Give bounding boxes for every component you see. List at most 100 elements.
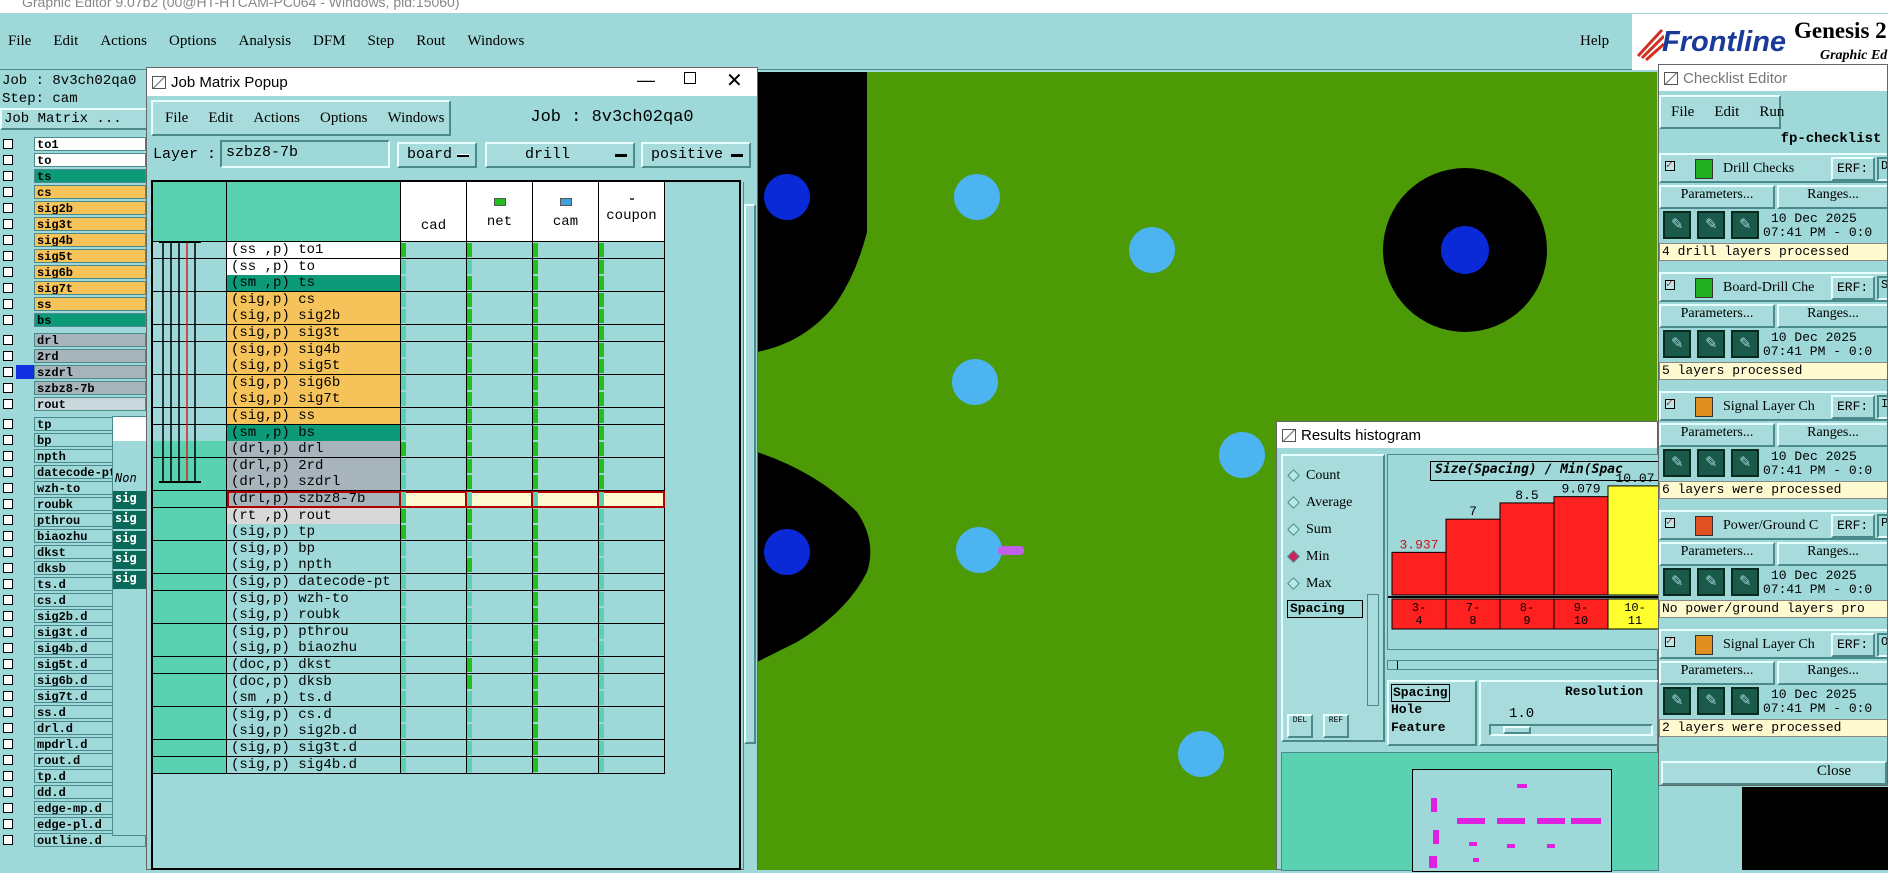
matrix-cell[interactable] xyxy=(401,474,467,492)
matrix-cell[interactable] xyxy=(599,557,665,575)
matrix-layer-name[interactable]: (sig,p) sig3t.d xyxy=(227,740,401,757)
matrix-cell[interactable] xyxy=(401,524,467,542)
matrix-cell[interactable] xyxy=(467,557,533,575)
matrix-cell[interactable] xyxy=(401,242,467,259)
matrix-cell[interactable] xyxy=(533,706,599,724)
matrix-layer-name[interactable]: (sig,p) npth xyxy=(227,557,401,575)
matrix-row[interactable]: (sig,p) sig3t xyxy=(153,325,739,342)
scroll-thumb[interactable] xyxy=(744,204,756,744)
matrix-cell[interactable] xyxy=(467,540,533,558)
layer-checkbox[interactable] xyxy=(3,675,13,685)
matrix-cell[interactable] xyxy=(467,706,533,724)
matrix-row[interactable]: (sig,p) roubk xyxy=(153,607,739,625)
erf-input[interactable]: O xyxy=(1877,633,1887,657)
matrix-layer-name[interactable]: (sig,p) sig6b xyxy=(227,374,401,392)
matrix-cell[interactable] xyxy=(533,640,599,658)
left-layer-row[interactable]: sig4b xyxy=(0,232,150,248)
matrix-cell[interactable] xyxy=(533,690,599,708)
matrix-cell[interactable] xyxy=(467,623,533,641)
matrix-layer-name[interactable]: (sig,p) sig4b.d xyxy=(227,756,401,774)
layer-checkbox[interactable] xyxy=(3,771,13,781)
jm-menu-file[interactable]: File xyxy=(165,110,188,127)
matrix-row[interactable]: (sig,p) tp xyxy=(153,524,739,542)
matrix-cell[interactable] xyxy=(467,341,533,359)
layer-checkbox[interactable] xyxy=(3,235,13,245)
matrix-cell[interactable] xyxy=(533,623,599,641)
matrix-cell[interactable] xyxy=(599,574,665,591)
matrix-cell[interactable] xyxy=(599,507,665,525)
layer-checkbox[interactable] xyxy=(3,171,13,181)
layer-checkbox[interactable] xyxy=(3,187,13,197)
spacing-option-feature[interactable]: Feature xyxy=(1391,720,1475,738)
matrix-cell[interactable] xyxy=(599,524,665,542)
layer-checkbox[interactable] xyxy=(3,707,13,717)
matrix-cell[interactable] xyxy=(599,391,665,409)
matrix-cell[interactable] xyxy=(533,557,599,575)
run-check-icon[interactable]: ✎ xyxy=(1697,687,1725,715)
layer-checkbox[interactable] xyxy=(3,547,13,557)
matrix-cell[interactable] xyxy=(533,607,599,625)
menu-options[interactable]: Options xyxy=(169,33,217,50)
matrix-cell[interactable] xyxy=(599,590,665,608)
layer-checkbox[interactable] xyxy=(3,351,13,361)
ranges-button[interactable]: Ranges... xyxy=(1777,304,1887,328)
matrix-layer-name[interactable]: (sig,p) sig2b xyxy=(227,308,401,326)
matrix-cell[interactable] xyxy=(533,325,599,342)
matrix-cell[interactable] xyxy=(533,474,599,492)
matrix-cell[interactable] xyxy=(533,657,599,674)
matrix-cell[interactable] xyxy=(401,391,467,409)
parameters-button[interactable]: Parameters... xyxy=(1659,661,1775,685)
run-check-icon[interactable]: ✎ xyxy=(1663,568,1691,596)
cl-menu-edit[interactable]: Edit xyxy=(1714,104,1739,121)
item-enable-checkbox[interactable]: ✓ xyxy=(1665,158,1675,171)
matrix-row[interactable]: (sm ,p) ts xyxy=(153,275,739,293)
minimize-icon[interactable]: — xyxy=(637,70,655,91)
matrix-layer-name[interactable]: (sig,p) sig4b xyxy=(227,341,401,359)
left-layer-row[interactable]: 2rd xyxy=(0,348,150,364)
left-layer-row[interactable]: rout xyxy=(0,396,150,412)
run-check-icon[interactable]: ✎ xyxy=(1697,211,1725,239)
matrix-layer-name[interactable]: (rt ,p) rout xyxy=(227,507,401,525)
matrix-layer-name[interactable]: (drl,p) 2rd xyxy=(227,457,401,475)
cl-menu-run[interactable]: Run xyxy=(1759,104,1784,121)
matrix-cell[interactable] xyxy=(467,723,533,741)
layer-checkbox[interactable] xyxy=(3,579,13,589)
maximize-icon[interactable] xyxy=(684,72,696,84)
matrix-cell[interactable] xyxy=(533,723,599,741)
matrix-cell[interactable] xyxy=(533,358,599,376)
matrix-row[interactable]: (doc,p) dkst xyxy=(153,657,739,674)
left-layer-row[interactable]: sig3t xyxy=(0,216,150,232)
matrix-cell[interactable] xyxy=(533,258,599,276)
matrix-layer-name[interactable]: (sig,p) sig5t xyxy=(227,358,401,376)
matrix-cell[interactable] xyxy=(533,574,599,591)
matrix-cell[interactable] xyxy=(467,690,533,708)
histogram-bar[interactable] xyxy=(1553,496,1609,596)
layer-checkbox[interactable] xyxy=(3,315,13,325)
erf-input[interactable]: D xyxy=(1877,157,1887,181)
matrix-cell[interactable] xyxy=(599,258,665,276)
matrix-cell[interactable] xyxy=(401,557,467,575)
stat-list-scrollbar[interactable] xyxy=(1367,594,1379,706)
run-check-icon[interactable]: ✎ xyxy=(1731,211,1759,239)
spacing-option-hole[interactable]: Hole xyxy=(1391,702,1475,720)
matrix-cell[interactable] xyxy=(467,457,533,475)
layer-checkbox[interactable] xyxy=(3,739,13,749)
matrix-row[interactable]: (sig,p) sig3t.d xyxy=(153,740,739,757)
matrix-cell[interactable] xyxy=(401,740,467,757)
matrix-cell[interactable] xyxy=(599,291,665,309)
histogram-bar[interactable] xyxy=(1445,518,1501,596)
matrix-row[interactable]: (ss ,p) to xyxy=(153,258,739,276)
matrix-cell[interactable] xyxy=(401,590,467,608)
matrix-cell[interactable] xyxy=(467,524,533,542)
menu-file[interactable]: File xyxy=(8,33,31,50)
matrix-scrollbar[interactable] xyxy=(743,182,757,870)
matrix-cell[interactable] xyxy=(467,325,533,342)
matrix-row[interactable]: (sig,p) cs xyxy=(153,291,739,309)
matrix-cell[interactable] xyxy=(401,706,467,724)
matrix-cell[interactable] xyxy=(599,640,665,658)
parameters-button[interactable]: Parameters... xyxy=(1659,423,1775,447)
matrix-row[interactable]: (rt ,p) rout xyxy=(153,507,739,525)
matrix-cell[interactable] xyxy=(533,341,599,359)
matrix-cell[interactable] xyxy=(401,358,467,376)
type-select[interactable]: drill xyxy=(485,142,635,168)
